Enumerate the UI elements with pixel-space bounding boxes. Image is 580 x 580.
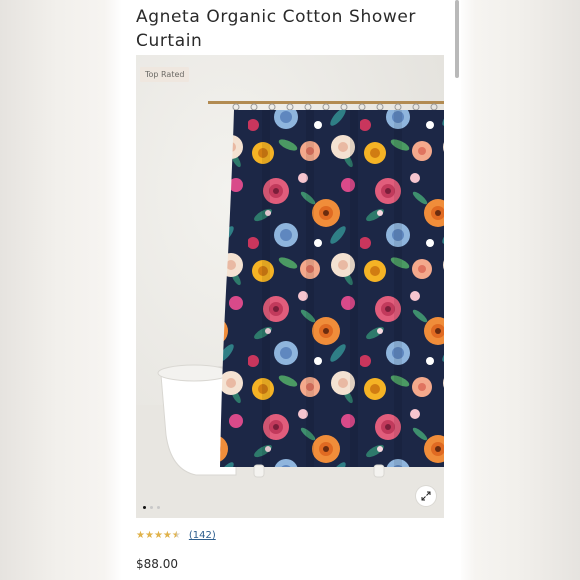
gallery-dot-3[interactable] [157, 506, 160, 509]
star-icon: ★ [136, 529, 145, 541]
star-icon: ★ [153, 529, 163, 541]
top-rated-badge: Top Rated [140, 67, 190, 82]
scrollbar[interactable] [455, 0, 459, 78]
product-title: Agneta Organic Cotton Shower Curtain [136, 7, 416, 51]
zoom-button[interactable] [416, 486, 436, 506]
gallery-dot-2[interactable] [150, 506, 153, 509]
rating-row: ★ ★ ★ ★ ★ (142) [136, 530, 216, 541]
expand-icon [421, 491, 431, 501]
reviews-count-link[interactable]: (142) [189, 530, 216, 541]
shower-curtain-image [136, 55, 444, 518]
gallery-dot-1[interactable] [143, 506, 146, 509]
product-price: $88.00 [136, 557, 178, 571]
star-rating: ★ ★ ★ ★ ★ [136, 529, 181, 541]
star-icon: ★ [144, 529, 154, 541]
half-star-icon: ★ [171, 529, 181, 541]
product-card: Agneta Organic Cotton Shower Curtain Top… [121, 0, 461, 580]
product-image-gallery[interactable]: Top Rated [136, 55, 444, 518]
gallery-pagination[interactable] [143, 506, 160, 509]
star-icon: ★ [162, 529, 172, 541]
